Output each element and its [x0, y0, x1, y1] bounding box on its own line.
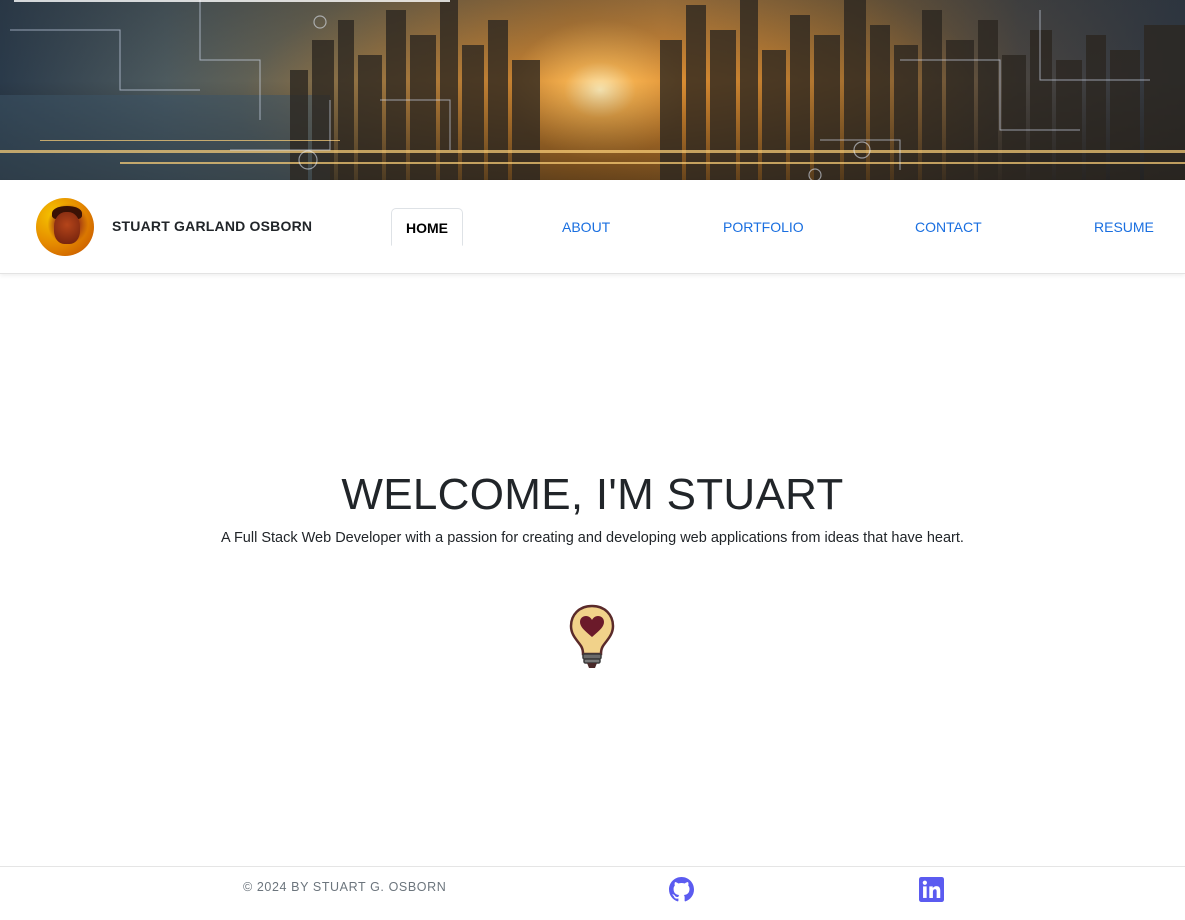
page-title: WELCOME, I'M STUART	[341, 470, 844, 519]
copyright-text: © 2024 BY STUART G. OSBORN	[243, 880, 447, 894]
nav-link-home[interactable]: HOME	[391, 208, 463, 246]
avatar[interactable]	[36, 198, 94, 256]
nav-link-resume[interactable]: RESUME	[1094, 208, 1154, 246]
github-icon[interactable]	[669, 877, 694, 902]
brand-name[interactable]: STUART GARLAND OSBORN	[112, 218, 312, 234]
city-skyline-graphic	[0, 0, 1185, 180]
banner-top-line	[14, 0, 450, 2]
footer: © 2024 BY STUART G. OSBORN	[0, 866, 1185, 920]
linkedin-icon[interactable]	[919, 877, 944, 902]
nav-link-about[interactable]: ABOUT	[562, 208, 610, 246]
nav-link-portfolio[interactable]: PORTFOLIO	[723, 208, 804, 246]
avatar-face	[54, 212, 80, 244]
navbar: STUART GARLAND OSBORN HOME ABOUT PORTFOL…	[0, 180, 1185, 274]
hero-banner-image	[0, 0, 1185, 180]
tagline: A Full Stack Web Developer with a passio…	[221, 530, 964, 546]
nav-link-contact[interactable]: CONTACT	[915, 208, 982, 246]
lightbulb-heart-icon	[569, 604, 615, 668]
